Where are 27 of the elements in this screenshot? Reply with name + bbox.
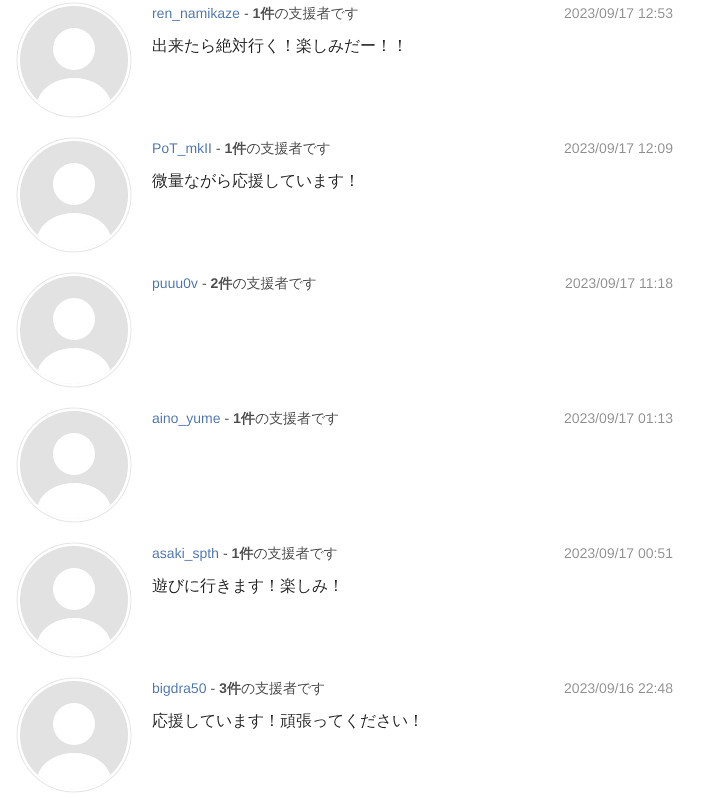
username-link[interactable]: ren_namikaze — [152, 3, 240, 24]
timestamp: 2023/09/17 11:18 — [565, 274, 673, 293]
comment-text: 出来たら絶対行く！楽しみだー！！ — [152, 36, 409, 57]
timestamp: 2023/09/17 01:13 — [564, 409, 673, 428]
comment-text: 応援しています！頑張ってください！ — [152, 712, 425, 732]
avatar-icon — [16, 542, 132, 658]
username-link[interactable]: puuu0v — [152, 273, 198, 294]
supporter-count: - 1件の支援者です — [216, 139, 330, 158]
username-link[interactable]: asaki_spth — [152, 543, 219, 564]
supporter-count: - 1件の支援者です — [224, 409, 339, 428]
username-link[interactable]: aino_yume — [152, 408, 220, 429]
supporter-count: - 1件の支援者です — [222, 544, 338, 563]
comment-text: 遊びに行きます！楽しみ！ — [152, 577, 345, 597]
username-link[interactable]: PoT_mkII — [152, 138, 212, 159]
timestamp: 2023/09/17 12:53 — [564, 4, 673, 23]
timestamp: 2023/09/17 00:51 — [564, 544, 673, 563]
avatar-icon — [16, 137, 132, 253]
avatar-icon — [16, 677, 132, 793]
username-link[interactable]: bigdra50 — [152, 678, 206, 699]
supporter-count: - 1件の支援者です — [244, 4, 358, 23]
timestamp: 2023/09/16 22:48 — [564, 679, 673, 698]
supporter-count: - 3件の支援者です — [210, 679, 325, 698]
timestamp: 2023/09/17 12:09 — [564, 139, 673, 158]
avatar-icon — [16, 272, 132, 388]
supporter-count: - 2件の支援者です — [202, 274, 316, 293]
avatar-icon — [16, 407, 132, 523]
comment-text: 微量ながら応援しています！ — [152, 172, 361, 192]
